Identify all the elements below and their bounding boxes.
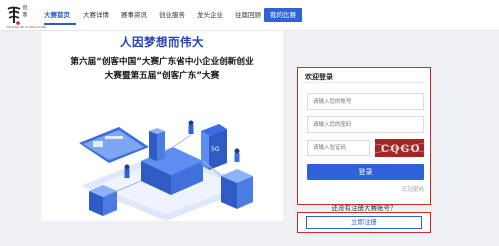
captcha-input[interactable] bbox=[307, 140, 370, 156]
logo-subtext: CHUANG KE GUANG DONG bbox=[6, 25, 47, 29]
login-button[interactable]: 登录 bbox=[307, 164, 424, 180]
isometric-tech-illustration: 5G bbox=[79, 120, 256, 221]
captcha-image[interactable]: CQGO bbox=[375, 139, 424, 157]
no-account-text: 还没有注册大赛账号？ bbox=[331, 204, 397, 212]
account-input[interactable] bbox=[307, 93, 424, 110]
nav-item-home[interactable]: 大赛首页 bbox=[44, 10, 70, 20]
login-panel: 欢迎登录 CQGO 登录 忘记密码 bbox=[297, 67, 431, 205]
nav-item-leading-companies[interactable]: 龙头企业 bbox=[197, 10, 223, 20]
my-contest-button[interactable]: 我的比赛 bbox=[264, 8, 302, 22]
5g-label: 5G bbox=[211, 146, 220, 153]
register-button[interactable]: 立即注册 bbox=[306, 216, 422, 229]
nav-item-news[interactable]: 赛事资讯 bbox=[121, 10, 147, 20]
top-navigation-bar: 创客 CHUANG KE GUANG DONG 大赛首页 大赛详情 赛事资讯 创… bbox=[0, 0, 499, 31]
register-section: 立即注册 bbox=[297, 212, 431, 233]
banner-subtitle-line2: 大赛暨第五届“创客广东”大赛 bbox=[104, 71, 220, 81]
promo-banner: 人因梦想而伟大 第六届“创客中国”大赛广东省中小企业创新创业 大赛暨第五届“创客… bbox=[41, 31, 283, 221]
nav-item-contest-details[interactable]: 大赛详情 bbox=[83, 10, 109, 20]
login-divider bbox=[303, 82, 424, 83]
nav-item-past-review[interactable]: 往届回顾 bbox=[235, 10, 261, 20]
forgot-password-link[interactable]: 忘记密码 bbox=[402, 185, 424, 193]
password-input[interactable] bbox=[307, 116, 424, 133]
logo-wordmark: 创客 bbox=[22, 5, 28, 18]
active-nav-indicator bbox=[44, 23, 76, 25]
login-title: 欢迎登录 bbox=[305, 73, 333, 81]
captcha-text: CQGO bbox=[381, 144, 421, 155]
banner-slogan: 人因梦想而伟大 bbox=[120, 35, 204, 49]
banner-subtitle-line1: 第六届“创客中国”大赛广东省中小企业创新创业 bbox=[70, 57, 254, 67]
nav-item-startup-services[interactable]: 创业服务 bbox=[159, 10, 185, 20]
